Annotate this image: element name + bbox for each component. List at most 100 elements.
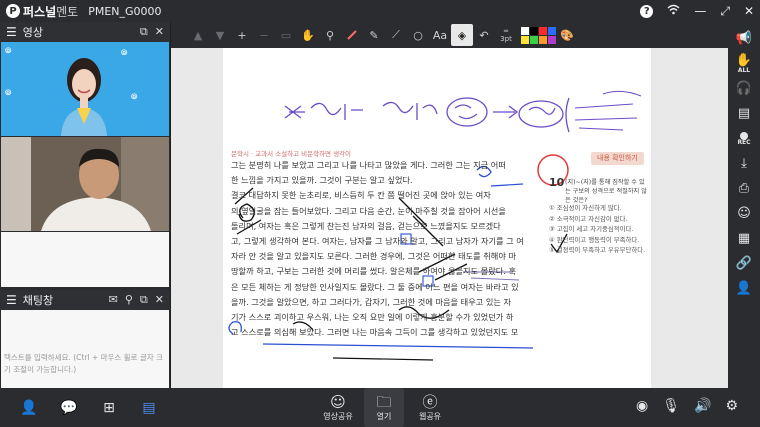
- settings-gear-icon[interactable]: ⚙: [725, 398, 738, 414]
- announce-icon[interactable]: 📢: [730, 26, 758, 51]
- watermark-logo: ⦾: [5, 88, 12, 97]
- chat-panel-title: 채팅창: [22, 294, 54, 307]
- zoom-icon[interactable]: ⚲: [319, 24, 341, 46]
- passage-line: 고, 그렇게 생각하여 본다. 여자는, 남자를 그 남자와 알고, 그리고 남…: [231, 236, 524, 247]
- pen-icon[interactable]: ✎: [363, 24, 385, 46]
- emoji-icon[interactable]: ☺: [730, 201, 758, 226]
- chat-messages: 텍스트를 입력하세요. (Ctrl + 마우스 휠로 글자 크기 조절이 가능합…: [1, 310, 169, 388]
- hamburger-menu-icon[interactable]: ☰: [6, 25, 17, 39]
- chat-menu-icon[interactable]: ☰: [6, 293, 17, 307]
- watermark-logo: ⦾: [121, 48, 128, 57]
- passage-line: 그는 분명히 나를 보았고 그리고 나를 나타고 많았을 게다. 그러한 그는 …: [231, 160, 506, 170]
- all-control-icon[interactable]: ✋ ALL: [730, 51, 758, 76]
- color-swatch[interactable]: [530, 35, 538, 44]
- headset-icon[interactable]: 🎧: [730, 76, 758, 101]
- close-icon[interactable]: ✕: [744, 4, 754, 18]
- answer-option[interactable]: ④ 판단력이고 행동력이 부족하다.: [549, 235, 649, 246]
- passage-line: 의 옆얼굴을 잠는 들어보았다. 그리고 다음 순간, 눈이 마주칠 것을 잡아…: [231, 205, 506, 216]
- answer-option[interactable]: ⑤ 결정력이 부족하고 우유부단하다.: [549, 245, 649, 256]
- passage-line: 한 느낌을 가지고 있을까. 그것이 구분는 알고 싶었다.: [231, 175, 413, 186]
- link-icon[interactable]: 🔗: [730, 251, 758, 276]
- video-panel-header: ☰ 영상 ⧉ ✕: [0, 22, 170, 42]
- passage-line: 기가 스스로 괴이하고 우스워, 나는 오직 요만 일에 이렇게 흥분할 수가 …: [231, 312, 514, 323]
- laser-pen-icon[interactable]: [341, 24, 363, 46]
- add-page-icon[interactable]: +: [231, 24, 253, 46]
- passage-line: 은 모든 체하는 게 정당한 인사일지도 몰랐다. 그 둘 중에 어느 편을 여…: [231, 281, 519, 292]
- org-chart-icon[interactable]: ⊞: [98, 398, 120, 418]
- eraser-icon[interactable]: ◈: [451, 24, 473, 46]
- color-swatch[interactable]: [521, 26, 529, 35]
- title-bar: P 퍼스널 멘토 PMEN_G0000 ? — ⤢ ✕: [0, 0, 760, 22]
- pan-hand-icon[interactable]: ✋: [297, 24, 319, 46]
- answer-option[interactable]: ③ 고집이 세고 자기중심적이다.: [549, 224, 649, 235]
- watermark-logo: ⦾: [131, 92, 138, 101]
- download-icon[interactable]: ⤓: [730, 151, 758, 176]
- color-swatch[interactable]: [539, 35, 547, 44]
- color-swatch[interactable]: [521, 35, 529, 44]
- help-icon[interactable]: ?: [640, 4, 654, 18]
- web-share-button[interactable]: ⓔ 웹공유: [410, 388, 450, 427]
- color-picker-icon[interactable]: 🎨: [556, 24, 578, 46]
- open-button[interactable]: 🗀 열기: [364, 388, 404, 427]
- arrow-up-icon[interactable]: ▲: [187, 24, 209, 46]
- app-window: P 퍼스널 멘토 PMEN_G0000 ? — ⤢ ✕ ☰ 영상 ⧉ ✕ ⦾ ⦾ …: [0, 0, 760, 427]
- chat-input[interactable]: 텍스트를 입력하세요. (Ctrl + 마우스 휠로 글자 크기 조절이 가능합…: [4, 352, 166, 376]
- content-check-tab: 내용 확인하기: [591, 152, 644, 165]
- passage-line: 자라 안 것을 알고 있을지도 모른다. 그러한 경우에, 그것은 어떠한 태도…: [231, 251, 517, 262]
- undo-icon[interactable]: ↶: [473, 24, 495, 46]
- share-video-button[interactable]: ☺ 영상공유: [318, 388, 358, 427]
- passage-text: 그는 분명히 나를 보았고 그리고 나를 나타고 많았을 게다. 그러한 그는 …: [231, 158, 536, 340]
- add-user-icon[interactable]: 👤: [730, 276, 758, 301]
- mentor-video[interactable]: ⦾ ⦾ ⦾ ⦾: [1, 42, 169, 136]
- chat-close-icon[interactable]: ✕: [155, 293, 164, 307]
- document-list-icon[interactable]: ▤: [138, 398, 160, 418]
- question-options: ① 조심성이 자신하게 많다. ② 소극적이고 자신감이 없다. ③ 고집이 세고 …: [549, 203, 649, 256]
- text-tool-icon[interactable]: Aa: [429, 24, 451, 46]
- page-list-icon[interactable]: ▭: [275, 24, 297, 46]
- chat-panel-header: ☰ 채팅창 ✉ ⚲ ⧉ ✕: [0, 290, 170, 310]
- mail-icon[interactable]: ✉: [109, 293, 118, 307]
- arrow-down-icon[interactable]: ▼: [209, 24, 231, 46]
- notes-icon[interactable]: ▤: [730, 101, 758, 126]
- passage-line: 결코 대답하지 못한 눈초리로, 비스듬히 두 칸 쯤 떨어진 곳에 앉아 있는…: [231, 190, 491, 201]
- user-icon[interactable]: 👤: [18, 398, 40, 418]
- stroke-size-control[interactable]: ═ 3pt: [495, 27, 517, 43]
- passage-line: 땅할까 하고, 구보는 그러한 것에 머리를 썼다. 알은체를 하여야 옳을지도…: [231, 266, 517, 277]
- wifi-icon: [667, 4, 680, 18]
- empty-video-slot: [1, 232, 169, 287]
- color-swatch[interactable]: [539, 26, 547, 35]
- color-swatch[interactable]: [548, 35, 556, 44]
- app-logo: P 퍼스널 멘토: [6, 3, 78, 20]
- print-icon[interactable]: ⎙: [730, 176, 758, 201]
- answer-option[interactable]: ① 조심성이 자신하게 많다.: [549, 203, 649, 214]
- chat-popout-icon[interactable]: ⧉: [140, 293, 148, 307]
- drawing-toolbar: ▲ ▼ + − ▭ ✋ ⚲ ✎ ⟋ ○ Aa ◈ ↶ ═ 3pt 🎨: [171, 22, 728, 48]
- video-panel-title: 영상: [22, 26, 44, 39]
- color-swatch[interactable]: [548, 26, 556, 35]
- document-page[interactable]: 문학시 · 교과서 소설하고 비문학하면 생각이 그는 분명히 나를 보았고 그…: [223, 48, 651, 388]
- popout-icon[interactable]: ⧉: [140, 25, 148, 39]
- remove-page-icon[interactable]: −: [253, 24, 275, 46]
- student-person-image: [1, 137, 169, 231]
- minimize-icon[interactable]: —: [694, 4, 706, 18]
- grid-icon[interactable]: ▦: [730, 226, 758, 251]
- chat-bubble-icon[interactable]: 💬: [58, 398, 80, 418]
- stroke-size-label: 3pt: [500, 35, 512, 43]
- watermark-logo: ⦾: [5, 46, 12, 55]
- microphone-icon[interactable]: 🎙: [662, 398, 680, 414]
- answer-option[interactable]: ② 소극적이고 자신감이 없다.: [549, 214, 649, 225]
- whiteboard-area: ▲ ▼ + − ▭ ✋ ⚲ ✎ ⟋ ○ Aa ◈ ↶ ═ 3pt 🎨 문학시 ·…: [171, 22, 728, 388]
- right-toolbar: 📢 ✋ ALL 🎧 ▤ REC ⤓ ⎙ ☺ ▦ 🔗 👤: [728, 22, 760, 388]
- maximize-icon[interactable]: ⤢: [720, 4, 730, 19]
- color-palette[interactable]: [521, 26, 556, 44]
- highlighter-icon[interactable]: ⟋: [385, 24, 407, 46]
- color-swatch[interactable]: [530, 26, 538, 35]
- speaker-icon[interactable]: 🔊: [694, 398, 711, 414]
- record-icon[interactable]: REC: [730, 126, 758, 151]
- student-video[interactable]: [1, 137, 169, 231]
- camera-icon[interactable]: ◉: [636, 398, 648, 414]
- share-video-icon: ☺: [330, 393, 346, 411]
- search-icon[interactable]: ⚲: [125, 293, 133, 307]
- video-panel-close-icon[interactable]: ✕: [155, 25, 164, 39]
- shape-circle-icon[interactable]: ○: [407, 24, 429, 46]
